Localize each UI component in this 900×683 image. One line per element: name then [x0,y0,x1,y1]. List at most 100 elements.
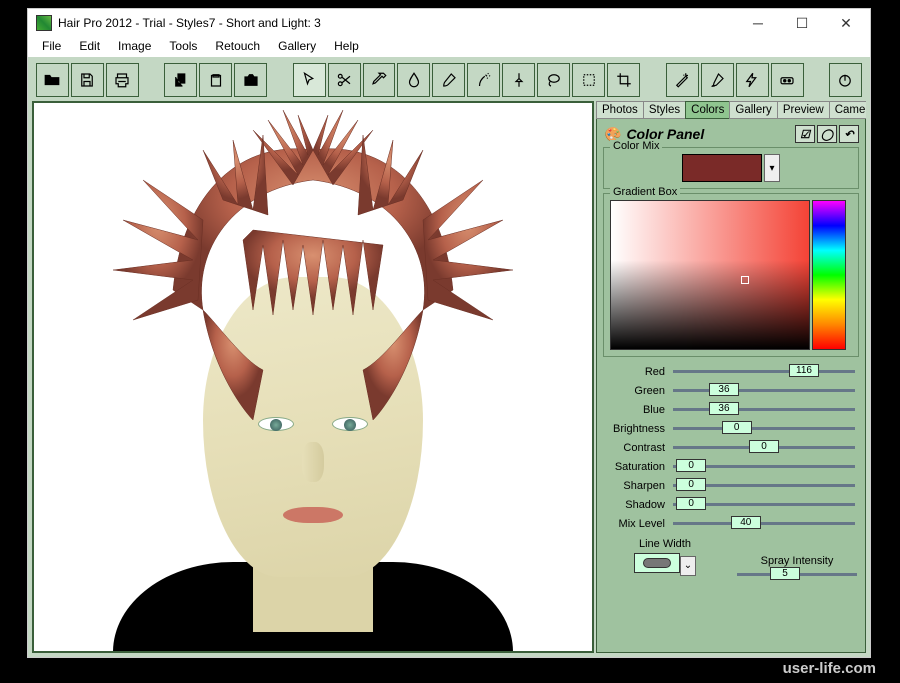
menu-image[interactable]: Image [110,37,159,57]
slider-track[interactable]: 36 [673,408,855,411]
linewidth-label: Line Width [603,538,727,550]
spray-label: Spray Intensity [735,555,859,567]
slider-thumb[interactable]: 0 [749,440,779,453]
slider-label: Red [603,366,665,378]
toolbar [32,61,866,99]
hue-bar[interactable] [812,200,846,350]
eyedropper-tool[interactable] [363,63,396,97]
panel-undo-button[interactable]: ↶ [839,125,859,143]
slider-thumb[interactable]: 36 [709,402,739,415]
slider-track[interactable]: 0 [673,465,855,468]
sv-picker[interactable] [610,200,810,350]
slider-thumb[interactable]: 0 [722,421,752,434]
slider-red: Red 116 [603,363,859,380]
paste-button[interactable] [199,63,232,97]
paint-tool[interactable] [701,63,734,97]
spray-slider[interactable]: 5 [737,573,857,576]
colormix-swatch[interactable] [682,154,762,182]
power-button[interactable] [829,63,862,97]
menu-edit[interactable]: Edit [71,37,108,57]
slider-track[interactable]: 0 [673,503,855,506]
slider-track[interactable]: 0 [673,484,855,487]
marquee-tool[interactable] [572,63,605,97]
slider-thumb[interactable]: 0 [676,497,706,510]
app-window: Hair Pro 2012 - Trial - Styles7 - Short … [27,8,871,658]
slider-label: Contrast [603,442,665,454]
slider-track[interactable]: 0 [673,446,855,449]
bolt-tool[interactable] [736,63,769,97]
spray-tool[interactable] [467,63,500,97]
menu-tools[interactable]: Tools [161,37,205,57]
slider-label: Brightness [603,423,665,435]
slider-track[interactable]: 116 [673,370,855,373]
main-area: Photos Styles Colors Gallery Preview Cam… [32,101,866,653]
brush-tool[interactable] [432,63,465,97]
slider-track[interactable]: 0 [673,427,855,430]
slider-saturation: Saturation 0 [603,458,859,475]
print-button[interactable] [106,63,139,97]
bottom-row: Line Width ⌄ Spray Intensity 5 [603,538,859,576]
slider-green: Green36 [603,382,859,399]
pin-tool[interactable] [502,63,535,97]
crop-tool[interactable] [607,63,640,97]
wand-tool[interactable] [666,63,699,97]
slider-brightness: Brightness 0 [603,420,859,437]
slider-thumb[interactable]: 40 [731,516,761,529]
slider-track[interactable]: 36 [673,389,855,392]
slider-label: Shadow [603,499,665,511]
tab-photos[interactable]: Photos [596,101,644,119]
slider-label: Sharpen [603,480,665,492]
slider-thumb[interactable]: 116 [789,364,819,377]
gradient-group: Gradient Box [603,193,859,357]
slider-label: Blue [603,404,665,416]
slider-label: Saturation [603,461,665,473]
tab-preview[interactable]: Preview [777,101,830,119]
tab-bar: Photos Styles Colors Gallery Preview Cam… [596,101,866,119]
app-icon [36,15,52,31]
tab-gallery[interactable]: Gallery [729,101,777,119]
menu-help[interactable]: Help [326,37,367,57]
tab-colors[interactable]: Colors [685,101,730,119]
slider-shadow: Shadow 0 [603,496,859,513]
sv-marker[interactable] [741,276,749,284]
slider-thumb[interactable]: 36 [709,383,739,396]
pointer-tool[interactable] [293,63,326,97]
spray-thumb[interactable]: 5 [770,567,800,580]
menu-file[interactable]: File [34,37,69,57]
close-button[interactable]: ✕ [824,9,868,37]
linewidth-dropdown[interactable]: ⌄ [680,556,696,576]
slider-track[interactable]: 40 [673,522,855,525]
slider-thumb[interactable]: 0 [676,478,706,491]
lasso-tool[interactable] [537,63,570,97]
panel-cloud-button[interactable]: ◯ [817,125,837,143]
scissors-tool[interactable] [328,63,361,97]
canvas-image [73,102,553,652]
colormix-dropdown[interactable]: ▾ [764,154,780,182]
app-body: Photos Styles Colors Gallery Preview Cam… [28,57,870,657]
hair-graphic [103,110,523,470]
menu-gallery[interactable]: Gallery [270,37,324,57]
tab-camera[interactable]: Camera [829,101,866,119]
sliders: Red116Green36Blue36Brightness0Contrast0S… [603,363,859,532]
window-title: Hair Pro 2012 - Trial - Styles7 - Short … [58,16,736,30]
camera-button[interactable] [234,63,267,97]
tape-tool[interactable] [771,63,804,97]
slider-thumb[interactable]: 0 [676,459,706,472]
menu-retouch[interactable]: Retouch [207,37,268,57]
open-button[interactable] [36,63,69,97]
canvas[interactable] [32,101,594,653]
panel-check-button[interactable]: ☑ [795,125,815,143]
drop-tool[interactable] [397,63,430,97]
linewidth-select[interactable] [634,553,680,573]
save-button[interactable] [71,63,104,97]
minimize-button[interactable]: ─ [736,9,780,37]
slider-blue: Blue 36 [603,401,859,418]
maximize-button[interactable]: ☐ [780,9,824,37]
colormix-label: Color Mix [610,140,662,152]
slider-label: Mix Level [603,518,665,530]
slider-sharpen: Sharpen 0 [603,477,859,494]
watermark: user-life.com [783,660,876,677]
titlebar: Hair Pro 2012 - Trial - Styles7 - Short … [28,9,870,37]
tab-styles[interactable]: Styles [643,101,686,119]
copy-button[interactable] [164,63,197,97]
